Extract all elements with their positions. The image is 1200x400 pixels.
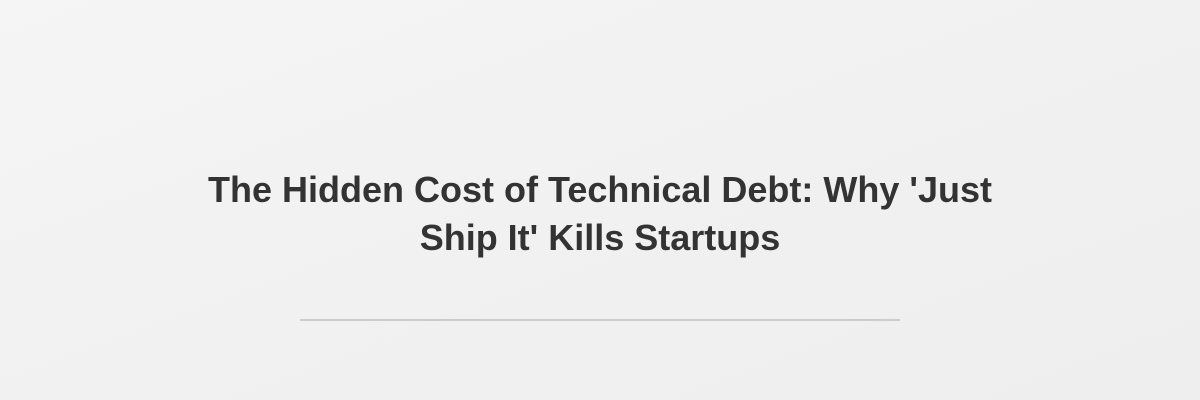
title-card: The Hidden Cost of Technical Debt: Why '… xyxy=(0,0,1200,400)
article-title: The Hidden Cost of Technical Debt: Why '… xyxy=(208,169,992,258)
title-divider xyxy=(300,319,900,321)
